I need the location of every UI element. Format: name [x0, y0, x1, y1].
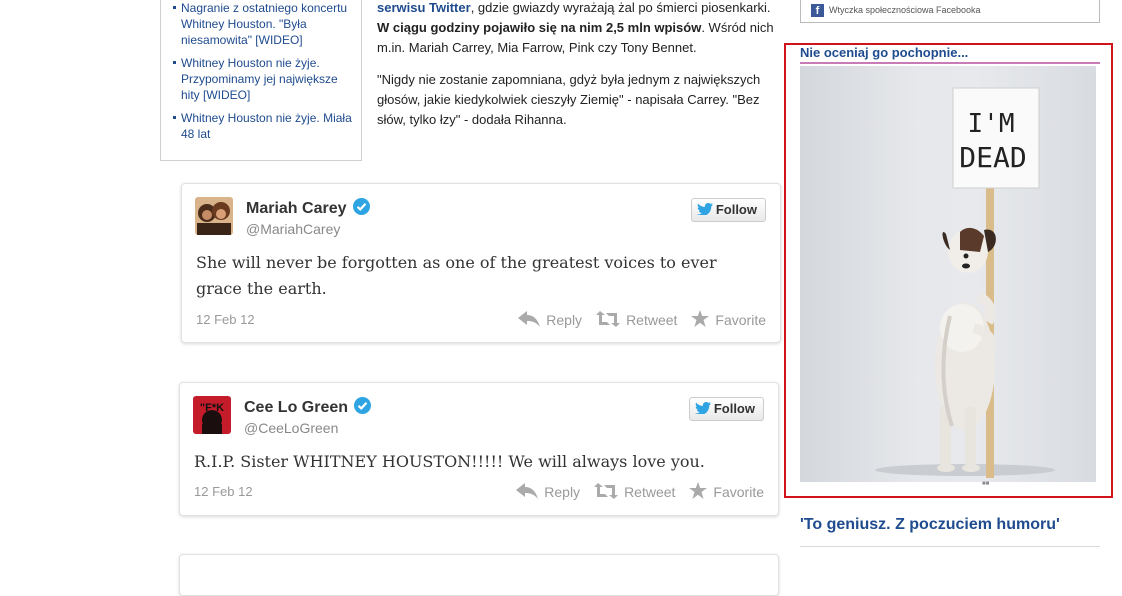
retweet-icon	[594, 482, 619, 502]
related-link[interactable]: Whitney Houston nie żyje. Przypominamy j…	[173, 55, 353, 103]
tweet-author-name[interactable]: Mariah Carey	[246, 198, 370, 218]
promo-image[interactable]: I'M DEAD	[800, 66, 1096, 482]
facebook-plugin-box: f Wtyczka społecznościowa Facebooka	[800, 0, 1100, 23]
embedded-tweet: Mariah Carey @MariahCarey Follow She wil…	[181, 183, 781, 343]
facebook-plugin-label[interactable]: Wtyczka społecznościowa Facebooka	[829, 5, 981, 15]
article-text: , gdzie gwiazdy wyrażają żal po śmierci …	[470, 0, 771, 15]
favorite-button[interactable]: Favorite	[691, 310, 766, 330]
related-link[interactable]: Nagranie z ostatniego koncertu Whitney H…	[173, 0, 353, 48]
reply-label: Reply	[546, 312, 583, 328]
next-article-title[interactable]: 'To geniusz. Z poczuciem humoru'	[800, 516, 1060, 534]
tweet-date[interactable]: 12 Feb 12	[194, 484, 253, 499]
tweet-text: R.I.P. Sister WHITNEY HOUSTON!!!!! We wi…	[194, 452, 705, 471]
retweet-label: Retweet	[626, 312, 678, 328]
facebook-icon: f	[811, 4, 824, 17]
retweet-icon	[596, 310, 621, 330]
favorite-button[interactable]: Favorite	[689, 482, 764, 502]
follow-label: Follow	[715, 202, 757, 217]
reply-button[interactable]: Reply	[516, 482, 580, 502]
tweet-author-handle[interactable]: @MariahCarey	[246, 221, 340, 237]
reply-icon	[518, 310, 541, 330]
tweet-text: She will never be forgotten as one of th…	[196, 253, 717, 298]
avatar[interactable]: "F*K	[193, 396, 231, 434]
favorite-label: Favorite	[715, 312, 766, 328]
tweet-actions: Reply Retweet Favorite	[518, 310, 766, 330]
retweet-label: Retweet	[624, 484, 676, 500]
article-paragraph: "Nigdy nie zostanie zapomniana, gdyż był…	[377, 72, 761, 127]
tweet-author-name[interactable]: Cee Lo Green	[244, 397, 372, 417]
reply-icon	[516, 482, 539, 502]
embedded-tweet	[179, 554, 779, 596]
reply-label: Reply	[544, 484, 581, 500]
retweet-button[interactable]: Retweet	[594, 482, 675, 502]
tweet-date[interactable]: 12 Feb 12	[196, 312, 255, 327]
sign-text-line1: I'M	[968, 109, 1015, 139]
promo-caption: ■■	[982, 481, 990, 487]
sign-text-line2: DEAD	[959, 141, 1026, 174]
follow-button[interactable]: Follow	[688, 397, 764, 421]
author-name-text: Cee Lo Green	[244, 399, 349, 416]
verified-badge-icon	[352, 198, 370, 215]
promo-divider	[800, 62, 1100, 64]
avatar[interactable]	[195, 197, 233, 235]
favorite-label: Favorite	[713, 484, 764, 500]
twitter-link[interactable]: serwisu Twitter	[377, 0, 471, 15]
related-link[interactable]: Whitney Houston nie żyje. Miała 48 lat	[173, 110, 353, 142]
related-links-box: Nagranie z ostatniego koncertu Whitney H…	[160, 0, 362, 161]
article-body: serwisu Twitter, gdzie gwiazdy wyrażają …	[377, 0, 777, 142]
twitter-bird-icon	[694, 399, 711, 415]
twitter-bird-icon	[696, 200, 713, 216]
retweet-button[interactable]: Retweet	[596, 310, 677, 330]
article-paragraph: serwisu Twitter, gdzie gwiazdy wyrażają …	[377, 0, 777, 58]
star-icon	[691, 310, 710, 330]
verified-badge-icon	[354, 397, 372, 414]
follow-button[interactable]: Follow	[690, 198, 766, 222]
star-icon	[689, 482, 708, 502]
follow-label: Follow	[713, 401, 755, 416]
article-bold-text: W ciągu godziny pojawiło się na nim 2,5 …	[377, 20, 702, 35]
reply-button[interactable]: Reply	[518, 310, 582, 330]
tweet-author-handle[interactable]: @CeeLoGreen	[244, 420, 338, 436]
tweet-actions: Reply Retweet Favorite	[516, 482, 764, 502]
sidebar-divider	[800, 546, 1100, 547]
author-name-text: Mariah Carey	[246, 200, 347, 217]
promo-title[interactable]: Nie oceniaj go pochopnie...	[800, 45, 968, 60]
embedded-tweet: "F*K Cee Lo Green @CeeLoGreen Follow R.I…	[179, 382, 779, 516]
